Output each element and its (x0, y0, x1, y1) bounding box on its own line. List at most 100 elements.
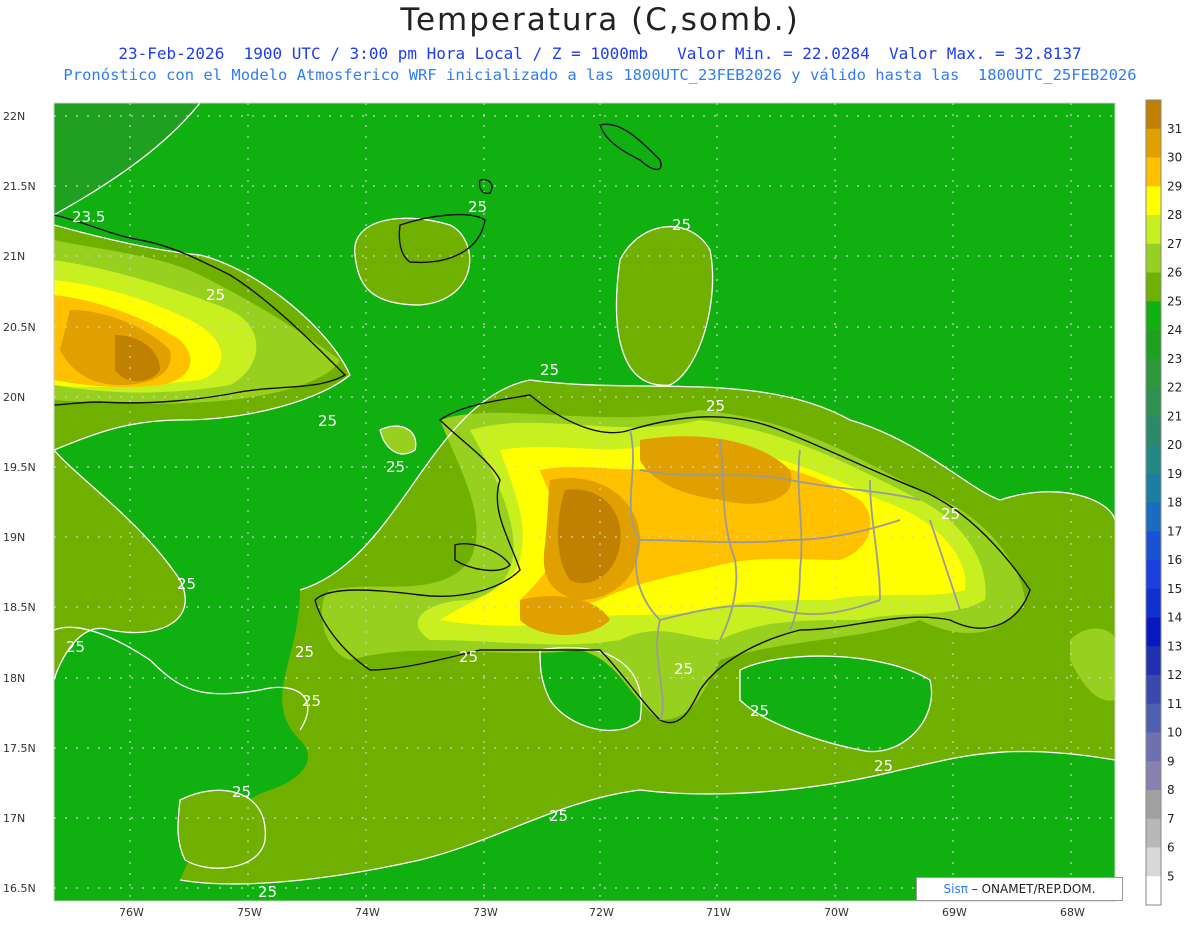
colorbar-tick-label: 14 (1167, 611, 1182, 625)
colorbar-swatch (1146, 675, 1161, 705)
lon-label: 76W (119, 906, 144, 919)
contour-label: 25 (672, 216, 691, 234)
latitude-axis: 22N 21.5N 21N 20.5N 20N 19.5N 19N 18.5N … (3, 110, 36, 895)
colorbar-swatch (1146, 100, 1161, 130)
lat-label: 22N (3, 110, 25, 123)
colorbar: 31 30 29 28 27 26 25 24 23 22 21 20 19 18 17 16 15 14 13 12… (1145, 99, 1182, 906)
lat-label: 20N (3, 391, 25, 404)
sispi-logo: Sisπ (943, 882, 968, 896)
lon-label: 72W (589, 906, 614, 919)
colorbar-swatch (1146, 387, 1161, 417)
credit-text: – ONAMET/REP.DOM. (967, 882, 1096, 896)
colorbar-swatch (1146, 818, 1161, 848)
colorbar-tick-label: 6 (1167, 841, 1175, 855)
colorbar-tick-label: 29 (1167, 179, 1182, 193)
lat-label: 19N (3, 531, 25, 544)
contour-label: 25 (206, 286, 225, 304)
lat-label: 21N (3, 250, 25, 263)
colorbar-tick-label: 5 (1167, 869, 1175, 883)
colorbar-tick-label: 17 (1167, 524, 1182, 538)
lon-label: 68W (1060, 906, 1085, 919)
colorbar-tick-label: 28 (1167, 208, 1182, 222)
contour-label: 25 (66, 638, 85, 656)
contour-label: 25 (468, 198, 487, 216)
lat-label: 18N (3, 672, 25, 685)
lat-label: 16.5N (3, 882, 36, 895)
colorbar-swatch (1146, 876, 1161, 906)
lon-label: 73W (473, 906, 498, 919)
contour-label: 25 (177, 575, 196, 593)
colorbar-swatch (1146, 128, 1161, 158)
contour-label: 25 (549, 807, 568, 825)
contour-label: 25 (941, 505, 960, 523)
colorbar-swatch (1146, 416, 1161, 446)
lat-label: 17.5N (3, 742, 36, 755)
colorbar-swatch (1146, 473, 1161, 503)
colorbar-tick-label: 9 (1167, 754, 1175, 768)
colorbar-tick-label: 15 (1167, 582, 1182, 596)
colorbar-swatch (1146, 272, 1161, 302)
lon-label: 75W (237, 906, 262, 919)
colorbar-tick-label: 27 (1167, 237, 1182, 251)
colorbar-tick-label: 11 (1167, 697, 1182, 711)
colorbar-swatch (1146, 847, 1161, 877)
colorbar-swatch (1146, 243, 1161, 273)
contour-label: 25 (386, 458, 405, 476)
colorbar-tick-label: 18 (1167, 496, 1182, 510)
colorbar-tick-label: 31 (1167, 122, 1182, 136)
colorbar-tick-label: 21 (1167, 409, 1182, 423)
contour-label: 25 (540, 361, 559, 379)
contour-label: 25 (750, 702, 769, 720)
colorbar-tick-label: 7 (1167, 812, 1175, 826)
lat-label: 18.5N (3, 601, 36, 614)
colorbar-tick-label: 30 (1167, 151, 1182, 165)
colorbar-swatch (1146, 560, 1161, 590)
longitude-axis: 76W 75W 74W 73W 72W 71W 70W 69W 68W (119, 906, 1085, 919)
colorbar-swatch (1146, 531, 1161, 561)
colorbar-swatch (1146, 445, 1161, 475)
lon-label: 70W (824, 906, 849, 919)
colorbar-swatch (1146, 215, 1161, 245)
valid-time-line: 23-Feb-2026 1900 UTC / 3:00 pm Hora Loca… (118, 44, 1082, 63)
colorbar-tick-label: 13 (1167, 639, 1182, 653)
colorbar-swatch (1146, 646, 1161, 676)
contour-label: 25 (258, 883, 277, 901)
colorbar-swatch (1146, 790, 1161, 820)
lat-label: 20.5N (3, 321, 36, 334)
colorbar-swatch (1146, 703, 1161, 733)
lat-label: 19.5N (3, 461, 36, 474)
contour-label: 25 (302, 692, 321, 710)
colorbar-swatch (1146, 761, 1161, 791)
credit-box: Sisπ – ONAMET/REP.DOM. (916, 877, 1123, 901)
colorbar-swatch (1146, 186, 1161, 216)
contour-label: 25 (706, 397, 725, 415)
colorbar-swatch (1146, 617, 1161, 647)
lon-label: 69W (942, 906, 967, 919)
colorbar-tick-label: 25 (1167, 294, 1182, 308)
contour-label: 25 (232, 783, 251, 801)
lat-label: 21.5N (3, 180, 36, 193)
contour-label: 25 (674, 660, 693, 678)
lon-label: 71W (706, 906, 731, 919)
contour-label: 25 (459, 648, 478, 666)
colorbar-tick-label: 23 (1167, 352, 1182, 366)
colorbar-tick-label: 22 (1167, 381, 1182, 395)
colorbar-tick-label: 12 (1167, 668, 1182, 682)
map-field: 23.5 25 25 25 25 25 25 25 25 25 25 25 25… (54, 103, 1115, 901)
contour-label: 23.5 (72, 208, 105, 226)
colorbar-tick-label: 19 (1167, 467, 1182, 481)
colorbar-tick-label: 10 (1167, 726, 1182, 740)
colorbar-swatch (1146, 358, 1161, 388)
lon-label: 74W (355, 906, 380, 919)
model-info-line: Pronóstico con el Modelo Atmosferico WRF… (63, 66, 1137, 84)
contour-label: 25 (318, 412, 337, 430)
map-title: Temperatura (C,somb.) (400, 2, 800, 38)
lat-label: 17N (3, 812, 25, 825)
colorbar-tick-label: 26 (1167, 266, 1182, 280)
colorbar-tick-label: 16 (1167, 553, 1182, 567)
colorbar-swatch (1146, 330, 1161, 360)
colorbar-swatch (1146, 502, 1161, 532)
colorbar-tick-label: 24 (1167, 323, 1182, 337)
colorbar-swatch (1146, 157, 1161, 187)
contour-label: 25 (295, 643, 314, 661)
